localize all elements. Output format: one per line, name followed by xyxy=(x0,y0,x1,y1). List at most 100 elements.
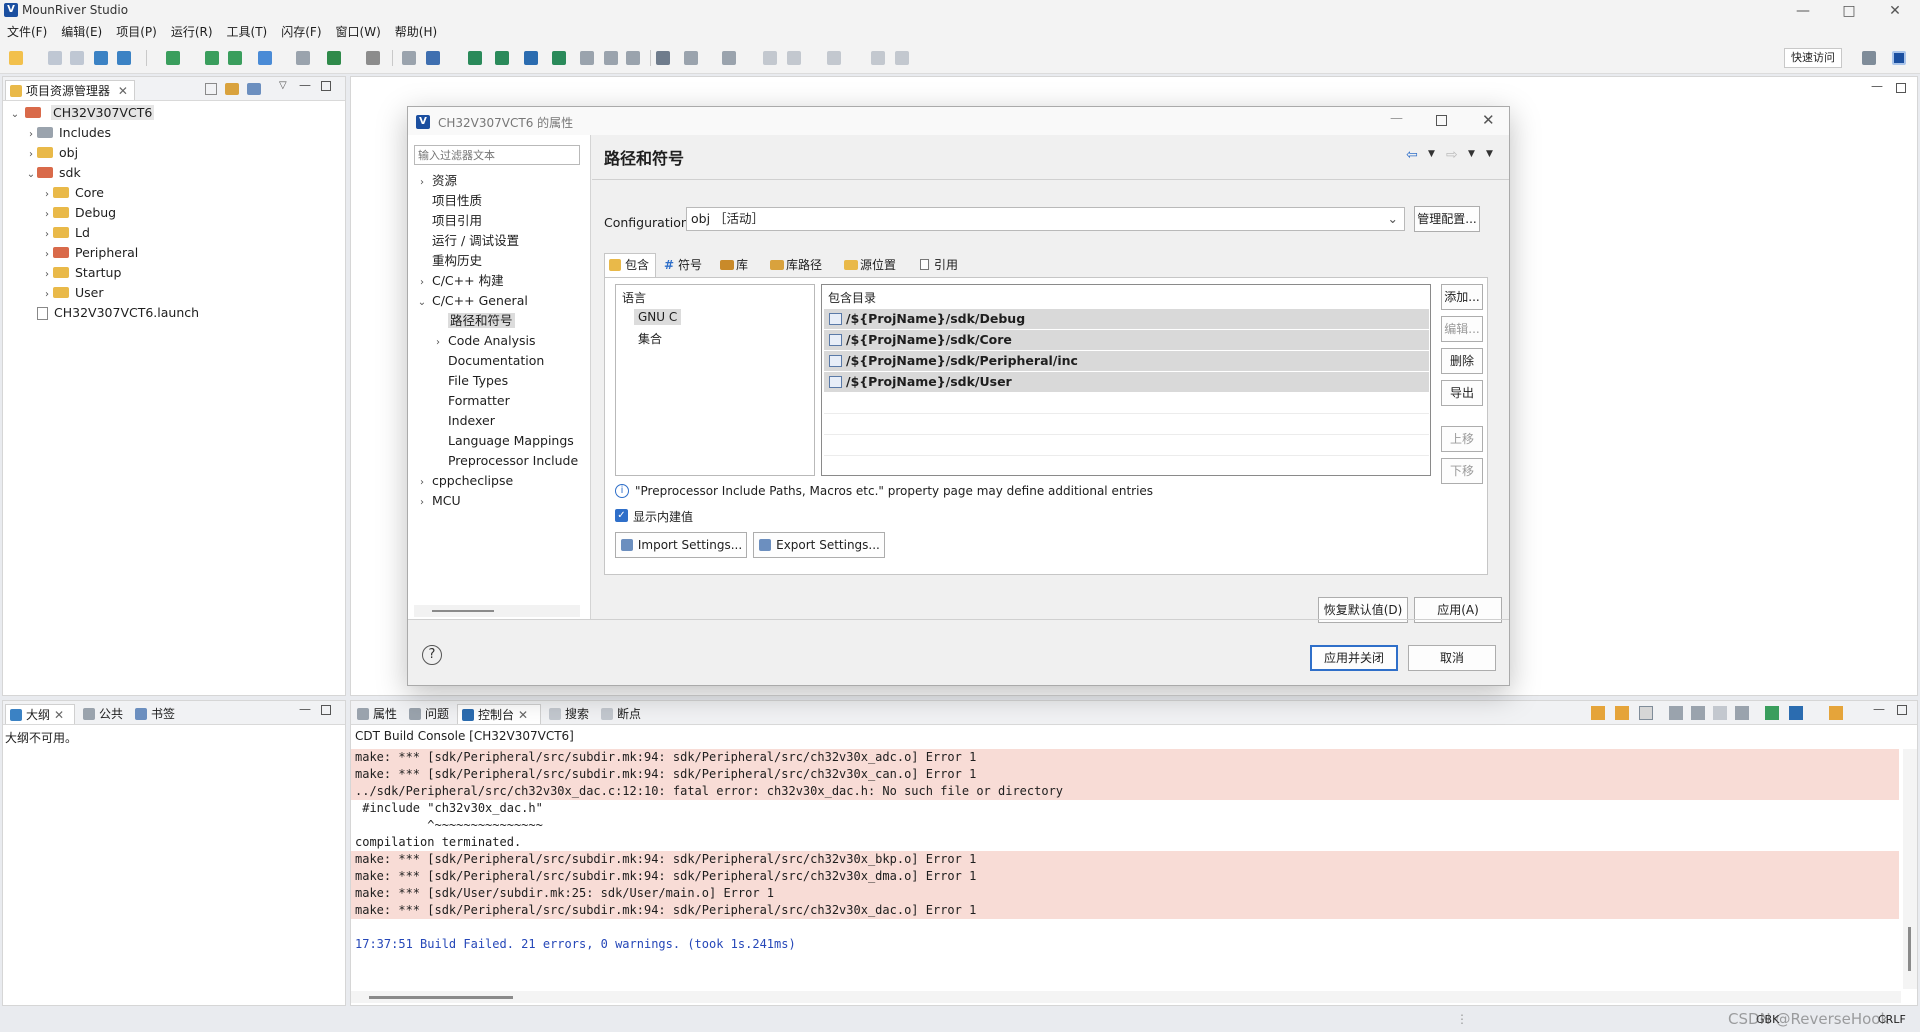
database-icon[interactable] xyxy=(228,51,242,65)
minimize-view-icon[interactable]: — xyxy=(1873,702,1885,716)
move-down-button[interactable]: 下移 xyxy=(1441,458,1483,484)
tab-bookmarks[interactable]: 书签 xyxy=(131,704,181,724)
tab-libraries[interactable]: 库 xyxy=(716,253,760,277)
include-row[interactable]: /${ProjName}/sdk/User xyxy=(824,372,1429,392)
new-console-icon[interactable] xyxy=(1829,706,1843,720)
step-return-icon[interactable] xyxy=(626,51,640,65)
vertical-scrollbar[interactable] xyxy=(1903,749,1917,989)
chevron-right-icon[interactable]: › xyxy=(41,285,53,305)
chevron-down-icon[interactable]: ⌄ xyxy=(25,165,37,185)
nav-item-mcu[interactable]: › MCU xyxy=(416,491,461,511)
language-item-gnu-c[interactable]: GNU C xyxy=(634,309,682,325)
nav-item-project-nature[interactable]: 项目性质 xyxy=(416,191,482,211)
step-icon[interactable] xyxy=(580,51,594,65)
close-button[interactable]: ✕ xyxy=(1872,0,1918,22)
apply-and-close-button[interactable]: 应用并关闭 xyxy=(1310,645,1398,671)
tab-symbols[interactable]: # 符号 xyxy=(660,253,712,277)
minimize-view-icon[interactable]: — xyxy=(299,702,311,716)
chevron-right-icon[interactable]: › xyxy=(25,125,37,145)
nav-item-refactor-history[interactable]: 重构历史 xyxy=(416,251,482,271)
copy-icon[interactable] xyxy=(1691,706,1705,720)
remove-icon[interactable] xyxy=(1735,706,1749,720)
tree-item-launch[interactable]: CH32V307VCT6.launch xyxy=(25,303,199,323)
tab-properties[interactable]: 属性 xyxy=(353,704,403,724)
maximize-button[interactable]: □ xyxy=(1826,0,1872,22)
maximize-editor-icon[interactable] xyxy=(1896,83,1906,93)
chevron-right-icon[interactable]: › xyxy=(25,145,37,165)
menu-edit[interactable]: 编辑(E) xyxy=(54,22,109,42)
new-icon[interactable] xyxy=(9,51,23,65)
quick-access-field[interactable]: 快速访问 xyxy=(1784,48,1842,68)
save-icon[interactable] xyxy=(48,51,62,65)
back-icon[interactable] xyxy=(787,51,801,65)
close-icon[interactable]: ✕ xyxy=(54,708,64,722)
tree-item-sdk[interactable]: ⌄ sdk xyxy=(25,163,81,183)
terminal-icon[interactable] xyxy=(468,51,482,65)
minimize-editor-icon[interactable]: — xyxy=(1871,79,1883,93)
nav-item-cppcheclipse[interactable]: › cppcheclipse xyxy=(416,471,513,491)
tab-source-location[interactable]: 源位置 xyxy=(840,253,910,277)
show-builtin-checkbox[interactable]: ✓ xyxy=(615,509,628,522)
tab-common[interactable]: 公共 xyxy=(79,704,129,724)
close-icon[interactable]: ✕ xyxy=(118,84,128,98)
nav-item-paths-symbols[interactable]: 路径和符号 xyxy=(432,311,515,331)
nav-item-language-mappings[interactable]: Language Mappings xyxy=(432,431,574,451)
chevron-right-icon[interactable]: › xyxy=(416,173,428,193)
chevron-right-icon[interactable]: › xyxy=(41,265,53,285)
nav-item-run-debug[interactable]: 运行 / 调试设置 xyxy=(416,231,519,251)
nav-item-resource[interactable]: › 资源 xyxy=(416,171,457,191)
back-nav-icon[interactable]: ⇦ xyxy=(1406,147,1418,163)
add-button[interactable]: 添加... xyxy=(1441,284,1483,310)
link-editor-icon[interactable] xyxy=(225,83,239,95)
nav-item-cpp-build[interactable]: › C/C++ 构建 xyxy=(416,271,504,291)
step-over-icon[interactable] xyxy=(604,51,618,65)
minimize-view-icon[interactable]: — xyxy=(299,78,311,92)
close-icon[interactable]: ✕ xyxy=(518,708,528,722)
view-menu-icon[interactable]: ▽ xyxy=(279,80,287,91)
horizontal-scrollbar[interactable] xyxy=(351,991,1901,1003)
import-settings-button[interactable]: Import Settings... xyxy=(615,532,747,558)
clear-console-icon[interactable] xyxy=(1669,706,1683,720)
nav-item-preprocessor-include[interactable]: Preprocessor Include xyxy=(432,451,578,471)
forward-nav-menu-icon[interactable]: ▼ xyxy=(1468,149,1475,159)
help-icon[interactable]: ? xyxy=(422,645,442,665)
move-up-button[interactable]: 上移 xyxy=(1441,426,1483,452)
nav-item-formatter[interactable]: Formatter xyxy=(432,391,510,411)
chevron-right-icon[interactable]: › xyxy=(416,473,428,493)
tree-item-includes[interactable]: › Includes xyxy=(25,123,111,143)
menu-file[interactable]: 文件(F) xyxy=(0,22,54,42)
nav-item-file-types[interactable]: File Types xyxy=(432,371,508,391)
chevron-right-icon[interactable]: › xyxy=(41,225,53,245)
chevron-right-icon[interactable]: › xyxy=(416,273,428,293)
annotation-icon[interactable] xyxy=(684,51,698,65)
external-tools-icon[interactable] xyxy=(402,51,416,65)
include-row[interactable]: /${ProjName}/sdk/Peripheral/inc xyxy=(824,351,1429,371)
export-settings-button[interactable]: Export Settings... xyxy=(753,532,885,558)
last-edit-icon[interactable] xyxy=(763,51,777,65)
tab-references[interactable]: 引用 xyxy=(914,253,966,277)
forward-icon[interactable] xyxy=(827,51,841,65)
include-row[interactable]: /${ProjName}/sdk/Debug xyxy=(824,309,1429,329)
launch-icon[interactable] xyxy=(552,51,566,65)
export-button[interactable]: 导出 xyxy=(1441,380,1483,406)
menu-project[interactable]: 项目(P) xyxy=(109,22,164,42)
flash-icon[interactable] xyxy=(205,51,219,65)
tab-breakpoints[interactable]: 断点 xyxy=(597,704,647,724)
nav-item-cpp-general[interactable]: ⌄ C/C++ General xyxy=(416,291,528,311)
nav-horizontal-scrollbar[interactable] xyxy=(414,605,580,617)
manage-config-button[interactable]: 管理配置... xyxy=(1414,206,1480,232)
edit-button[interactable]: 编辑... xyxy=(1441,316,1483,342)
erase-icon[interactable] xyxy=(258,51,272,65)
open-perspective-icon[interactable] xyxy=(1862,51,1876,65)
tab-outline[interactable]: 大纲 ✕ xyxy=(5,704,75,724)
nav-item-code-analysis[interactable]: › Code Analysis xyxy=(432,331,535,351)
chevron-down-icon[interactable]: ⌄ xyxy=(9,105,21,125)
filter-icon[interactable] xyxy=(247,83,261,95)
chevron-right-icon[interactable]: › xyxy=(41,245,53,265)
save-all-icon[interactable] xyxy=(70,51,84,65)
dialog-close-button[interactable]: ✕ xyxy=(1482,111,1495,129)
tree-item-ld[interactable]: › Ld xyxy=(41,223,90,243)
search-icon[interactable] xyxy=(426,51,440,65)
dialog-maximize-button[interactable] xyxy=(1436,115,1447,126)
display-console-icon[interactable] xyxy=(1789,706,1803,720)
